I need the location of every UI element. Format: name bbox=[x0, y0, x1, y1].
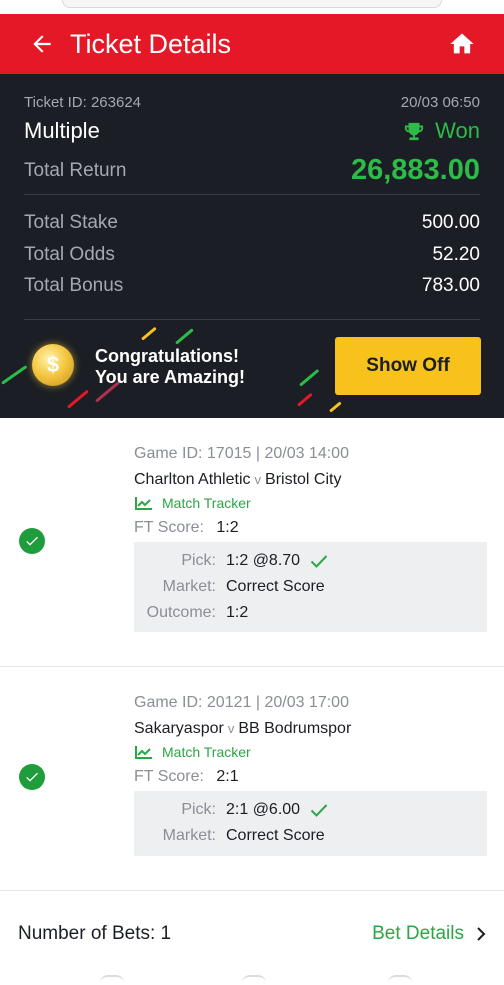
check-icon bbox=[310, 555, 328, 568]
home-team: Charlton Athletic bbox=[134, 471, 251, 488]
total-bonus-value: 783.00 bbox=[421, 275, 480, 296]
address-bar bbox=[62, 0, 442, 8]
arrow-left-icon bbox=[33, 35, 51, 53]
congrats-line-2: You are Amazing! bbox=[95, 367, 246, 387]
ft-score-value: 1:2 bbox=[216, 519, 239, 536]
market-value: Correct Score bbox=[226, 827, 325, 844]
match-tracker-link[interactable]: Match Tracker bbox=[134, 495, 251, 511]
congrats-banner: $ Congratulations! You are Amazing! Show… bbox=[0, 320, 504, 418]
pick-box: Pick: 2:1 @6.00 Market: Correct Score bbox=[134, 791, 487, 856]
total-odds-label: Total Odds bbox=[24, 244, 115, 265]
decor-streak bbox=[1, 365, 28, 385]
pick-row: Pick: 1:2 @8.70 bbox=[134, 552, 487, 570]
market-row: Market: Correct Score bbox=[134, 578, 487, 596]
decor-streak bbox=[175, 328, 194, 345]
decor-streak bbox=[141, 326, 157, 341]
market-row: Market: Correct Score bbox=[134, 827, 487, 845]
pick-row: Pick: 2:1 @6.00 bbox=[134, 801, 487, 819]
bottom-nav-partial bbox=[0, 975, 504, 985]
bet-card: Game ID: 17015 | 20/03 14:00 Charlton At… bbox=[0, 418, 504, 666]
bet-card: Game ID: 20121 | 20/03 17:00 Sakaryaspor… bbox=[0, 667, 504, 889]
market-label: Market: bbox=[162, 578, 216, 595]
total-stake-label: Total Stake bbox=[24, 212, 118, 233]
ticket-footer: Number of Bets: 1 Bet Details bbox=[0, 890, 504, 985]
ft-score-label: FT Score: bbox=[134, 519, 204, 536]
total-return-label: Total Return bbox=[24, 159, 127, 181]
outcome-value: 1:2 bbox=[226, 604, 249, 621]
outcome-row: Outcome: 1:2 bbox=[134, 604, 487, 622]
ticket-type: Multiple bbox=[24, 118, 100, 143]
ticket-id: Ticket ID: 263624 bbox=[24, 94, 142, 111]
nav-icon bbox=[388, 975, 412, 983]
status-text: Won bbox=[435, 118, 480, 143]
away-team: Bristol City bbox=[265, 471, 342, 488]
decor-streak bbox=[329, 401, 342, 413]
pick-value: 2:1 @6.00 bbox=[226, 801, 301, 818]
page-title: Ticket Details bbox=[70, 28, 232, 59]
versus-label: v bbox=[227, 721, 235, 736]
versus-label: v bbox=[254, 472, 262, 487]
total-stake-value: 500.00 bbox=[421, 212, 480, 233]
nav-icon bbox=[242, 975, 266, 983]
decor-streak bbox=[67, 389, 89, 409]
divider bbox=[24, 194, 480, 195]
market-value: Correct Score bbox=[226, 578, 325, 595]
match-teams: Sakaryaspor v BB Bodrumspor bbox=[134, 720, 351, 738]
coin-icon: $ bbox=[32, 344, 74, 386]
game-info: Game ID: 20121 | 20/03 17:00 bbox=[134, 694, 349, 711]
away-team: BB Bodrumspor bbox=[238, 720, 352, 737]
ft-score-label: FT Score: bbox=[134, 768, 204, 785]
check-circle-icon bbox=[19, 764, 45, 790]
match-tracker-label: Match Tracker bbox=[162, 495, 251, 511]
home-button[interactable] bbox=[446, 28, 478, 60]
ft-score-value: 2:1 bbox=[216, 768, 239, 785]
decor-streak bbox=[299, 368, 320, 387]
show-off-button[interactable]: Show Off bbox=[335, 337, 481, 395]
match-tracker-link[interactable]: Match Tracker bbox=[134, 744, 251, 760]
decor-streak bbox=[297, 392, 313, 407]
pick-label: Pick: bbox=[181, 552, 216, 569]
market-label: Market: bbox=[162, 827, 216, 844]
total-return-value: 26,883.00 bbox=[350, 154, 480, 186]
total-odds-value: 52.20 bbox=[432, 244, 480, 265]
congrats-text: Congratulations! You are Amazing! bbox=[95, 346, 245, 388]
app-header: Ticket Details bbox=[0, 14, 504, 74]
game-info: Game ID: 17015 | 20/03 14:00 bbox=[134, 445, 349, 462]
status-strip bbox=[0, 0, 504, 14]
pick-label: Pick: bbox=[181, 801, 216, 818]
match-tracker-label: Match Tracker bbox=[162, 744, 251, 760]
status-badge: Won bbox=[403, 118, 480, 144]
congrats-line-1: Congratulations! bbox=[95, 346, 239, 366]
ft-score: FT Score: 2:1 bbox=[134, 768, 239, 786]
pick-value: 1:2 @8.70 bbox=[226, 552, 301, 569]
check-circle-icon bbox=[19, 528, 45, 554]
check-icon bbox=[310, 804, 328, 817]
ticket-summary: Ticket ID: 263624 20/03 06:50 Multiple W… bbox=[0, 74, 504, 418]
ft-score: FT Score: 1:2 bbox=[134, 519, 239, 537]
outcome-label: Outcome: bbox=[146, 604, 216, 621]
chevron-right-icon bbox=[477, 927, 486, 941]
trophy-icon bbox=[405, 122, 424, 141]
match-teams: Charlton Athletic v Bristol City bbox=[134, 471, 341, 489]
pick-box: Pick: 1:2 @8.70 Market: Correct Score Ou… bbox=[134, 542, 487, 632]
total-bonus-label: Total Bonus bbox=[24, 275, 124, 296]
back-button[interactable] bbox=[22, 24, 62, 64]
home-icon bbox=[450, 33, 474, 54]
number-of-bets: Number of Bets: 1 bbox=[18, 923, 172, 944]
nav-icon bbox=[100, 975, 124, 983]
chart-line-icon bbox=[135, 497, 152, 510]
bet-details-link[interactable]: Bet Details bbox=[372, 923, 486, 945]
chart-line-icon bbox=[135, 746, 152, 759]
bet-details-label: Bet Details bbox=[372, 923, 464, 944]
ticket-date: 20/03 06:50 bbox=[400, 94, 480, 111]
home-team: Sakaryaspor bbox=[134, 720, 224, 737]
